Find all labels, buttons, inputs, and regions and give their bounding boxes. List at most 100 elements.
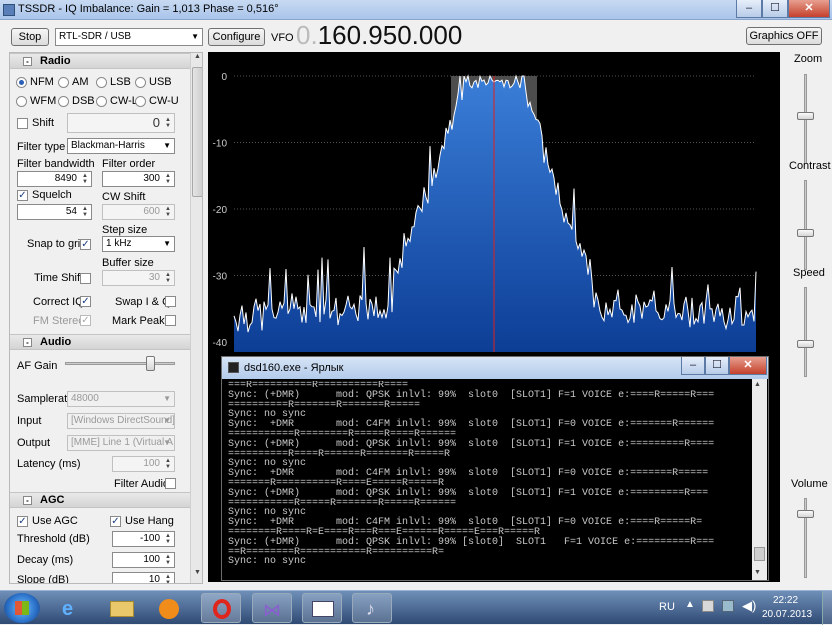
left-scrollbar[interactable]: ▲ ▼ (190, 53, 202, 583)
buffer-size-field[interactable]: 30 ▲ ▼ (102, 270, 175, 286)
contrast-slider[interactable] (804, 180, 807, 270)
console-scrollbar[interactable]: ▲ ▼ (752, 379, 767, 580)
spinner-icon[interactable]: ▲ ▼ (80, 206, 90, 218)
spinner-icon[interactable]: ▲ ▼ (163, 173, 173, 185)
show-desktop-button[interactable] (822, 591, 832, 625)
shift-checkbox[interactable] (17, 118, 28, 129)
graphics-off-button[interactable]: Graphics OFF (746, 27, 822, 45)
threshold-field[interactable]: -100 ▲ ▼ (112, 531, 175, 547)
af-gain-slider-thumb[interactable] (146, 356, 155, 371)
close-button[interactable]: ✕ (788, 0, 830, 18)
scroll-down-icon[interactable]: ▼ (192, 569, 202, 581)
shift-value-field[interactable]: 0 ▲ ▼ (67, 113, 175, 133)
start-button[interactable] (4, 593, 40, 623)
radio-dot[interactable] (135, 96, 146, 107)
file-explorer-icon[interactable] (102, 593, 142, 623)
radio-dot[interactable] (16, 77, 27, 88)
input-select[interactable]: [Windows DirectSound] ▼ (67, 413, 175, 429)
correct-iq-checkbox[interactable]: ✓ (80, 296, 91, 307)
media-player-icon[interactable] (150, 593, 190, 623)
spinner-icon[interactable]: ▲ ▼ (163, 458, 173, 470)
y-tick-label: -20 (213, 205, 228, 216)
contrast-label: Contrast (789, 160, 831, 172)
speed-slider-thumb[interactable] (797, 340, 814, 348)
af-gain-slider[interactable] (65, 356, 175, 371)
filter-order-field[interactable]: 300 ▲ ▼ (102, 171, 175, 187)
zoom-slider-thumb[interactable] (797, 112, 814, 120)
contrast-slider-thumb[interactable] (797, 229, 814, 237)
sdr-app-icon[interactable]: ♪ (352, 593, 392, 623)
collapse-icon[interactable]: - (23, 338, 32, 347)
slope-field[interactable]: 10 ▲ ▼ (112, 572, 175, 583)
radio-section-header[interactable]: - Radio (10, 53, 190, 69)
console-window[interactable]: dsd160.exe - Ярлык – ☐ ✕ ===R==========R… (221, 356, 769, 581)
console-scrollbar-thumb[interactable] (754, 547, 765, 561)
console-close-button[interactable]: ✕ (729, 357, 767, 375)
spinner-icon[interactable]: ▲ ▼ (163, 272, 173, 284)
filter-bandwidth-field[interactable]: 8490 ▲ ▼ (17, 171, 92, 187)
latency-field[interactable]: 100 ▲ ▼ (112, 456, 175, 472)
spinner-icon[interactable]: ▲ ▼ (163, 574, 173, 583)
decay-field[interactable]: 100 ▲ ▼ (112, 552, 175, 568)
use-agc-checkbox[interactable]: ✓ (17, 516, 28, 527)
network-icon[interactable] (722, 600, 734, 612)
visual-studio-icon[interactable]: ⋈ (252, 593, 292, 623)
spinner-icon[interactable]: ▲ ▼ (163, 554, 173, 566)
scrollbar-thumb[interactable] (192, 67, 202, 197)
collapse-icon[interactable]: - (23, 496, 32, 505)
squelch-field[interactable]: 54 ▲ ▼ (17, 204, 92, 220)
mark-peaks-checkbox[interactable] (165, 315, 176, 326)
fm-stereo-checkbox[interactable]: ✓ (80, 315, 91, 326)
swap-iq-checkbox[interactable] (165, 296, 176, 307)
clock-date[interactable]: 20.07.2013 (762, 609, 812, 620)
configure-button[interactable]: Configure (208, 28, 265, 46)
cw-shift-field[interactable]: 600 ▲ ▼ (102, 204, 175, 220)
network-flag-icon[interactable] (702, 600, 714, 612)
scroll-up-icon[interactable]: ▲ (192, 53, 202, 65)
snap-to-grid-checkbox[interactable]: ✓ (80, 239, 91, 250)
radio-dot[interactable] (58, 96, 69, 107)
radio-dot[interactable] (58, 77, 69, 88)
samplerate-select[interactable]: 48000 ▼ (67, 391, 175, 407)
spinner-icon[interactable]: ▲ ▼ (80, 173, 90, 185)
spinner-icon[interactable]: ▲ ▼ (163, 206, 173, 218)
device-select[interactable]: RTL-SDR / USB ▼ (55, 28, 203, 46)
opera-icon[interactable] (201, 593, 241, 623)
time-shift-checkbox[interactable] (80, 273, 91, 284)
audio-section-header[interactable]: - Audio (10, 334, 190, 350)
taskbar: e ⋈ ♪ RU ▲ ◀) 22:22 20.07.2013 (0, 590, 832, 625)
radio-dot[interactable] (96, 77, 107, 88)
filter-type-select[interactable]: Blackman-Harris ▼ (67, 138, 175, 154)
squelch-checkbox[interactable]: ✓ (17, 190, 28, 201)
radio-dot[interactable] (135, 77, 146, 88)
internet-explorer-icon[interactable]: e (52, 593, 92, 623)
volume-slider-thumb[interactable] (797, 510, 814, 518)
speed-slider[interactable] (804, 287, 807, 377)
decay-label: Decay (ms) (17, 554, 74, 566)
console-maximize-button[interactable]: ☐ (705, 357, 729, 375)
spectrum-plot[interactable]: 0 -10 -20 -30 -40 (208, 52, 780, 352)
volume-tray-icon[interactable]: ◀) (742, 598, 756, 614)
console-minimize-button[interactable]: – (681, 357, 705, 375)
radio-dot[interactable] (96, 96, 107, 107)
output-select[interactable]: [MME] Line 1 (Virtual A ▼ (67, 435, 175, 451)
collapse-icon[interactable]: - (23, 57, 32, 66)
radio-dot[interactable] (16, 96, 27, 107)
filter-audio-checkbox[interactable] (165, 478, 176, 489)
console-output[interactable]: ===R==========R==========R==== Sync: (+D… (228, 381, 748, 579)
console-app-icon[interactable] (302, 593, 342, 623)
spinner-icon[interactable]: ▲ ▼ (163, 117, 173, 129)
stop-button[interactable]: Stop (11, 28, 49, 46)
spinner-icon[interactable]: ▲ ▼ (163, 533, 173, 545)
use-hang-checkbox[interactable]: ✓ (110, 516, 121, 527)
scroll-up-icon[interactable]: ▲ (754, 381, 761, 388)
clock-time[interactable]: 22:22 (773, 595, 798, 606)
language-indicator[interactable]: RU (659, 601, 675, 613)
scroll-down-icon[interactable]: ▼ (754, 569, 761, 576)
show-hidden-icons-icon[interactable]: ▲ (685, 599, 695, 610)
minimize-button[interactable]: – (736, 0, 762, 18)
vfo-frequency[interactable]: 0.160.950.000 (296, 20, 462, 50)
maximize-button[interactable]: ☐ (762, 0, 788, 18)
step-size-select[interactable]: 1 kHz ▼ (102, 236, 175, 252)
agc-section-header[interactable]: - AGC (10, 492, 190, 508)
